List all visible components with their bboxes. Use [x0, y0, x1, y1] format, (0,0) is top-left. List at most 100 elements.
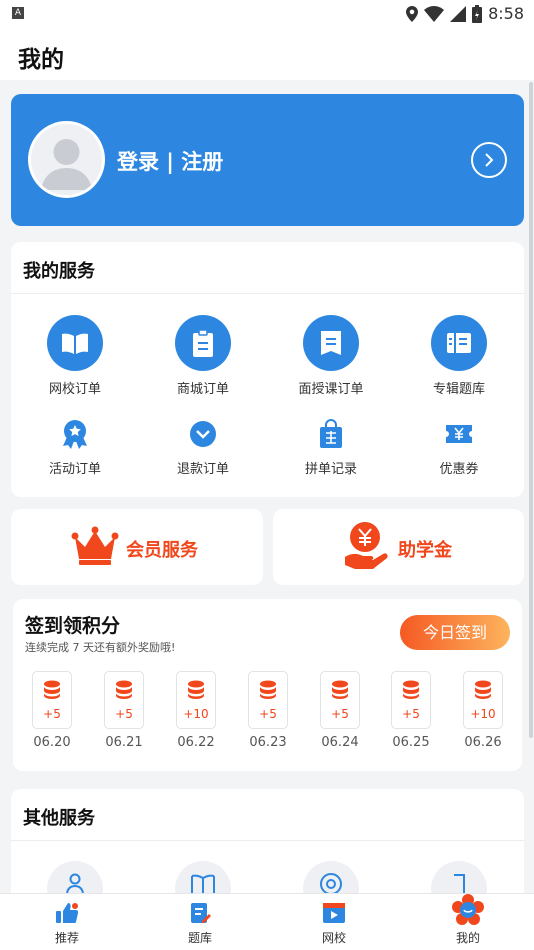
thumbs-up-icon — [56, 903, 79, 923]
nav-question-bank[interactable]: 题库 — [160, 900, 240, 946]
coin-stack-icon — [260, 680, 276, 699]
nav-label: 题库 — [187, 931, 212, 945]
service-group-buy[interactable]: 拼单记录 — [276, 417, 386, 477]
service-label: 面授课订单 — [298, 382, 364, 397]
study-aid-card[interactable]: 助学金 — [273, 509, 524, 585]
nav-recommend[interactable]: 推荐 — [27, 900, 107, 946]
checkin-date: 06.21 — [105, 735, 143, 750]
checkin-points: +5 — [402, 707, 420, 721]
nav-label: 我的 — [455, 931, 480, 945]
checkin-day: +5 06.24 — [312, 671, 368, 750]
checkin-date: 06.24 — [321, 735, 359, 750]
service-label: 退款订单 — [176, 462, 229, 477]
service-label: 专辑题库 — [432, 382, 485, 397]
wifi-icon — [424, 5, 445, 22]
checkin-day: +5 06.21 — [96, 671, 152, 750]
profile-card[interactable]: 登录 | 注册 — [11, 94, 524, 226]
study-aid-label: 助学金 — [398, 540, 452, 561]
location-icon — [406, 5, 419, 22]
checkin-points: +5 — [43, 707, 61, 721]
clipboard-icon — [175, 315, 231, 371]
checkin-day-box: +10 — [463, 671, 503, 729]
checkin-date: 06.25 — [392, 735, 430, 750]
default-avatar-icon — [41, 139, 92, 190]
service-album-bank[interactable]: 专辑题库 — [404, 315, 514, 397]
coin-stack-icon — [475, 680, 491, 699]
checkin-day-box: +5 — [391, 671, 431, 729]
signal-icon — [450, 5, 467, 22]
question-bank-edit-icon — [191, 903, 211, 923]
profile-arrow-button[interactable] — [471, 142, 507, 178]
checkin-day: +5 06.23 — [240, 671, 296, 750]
badge-icon — [55, 417, 95, 451]
checkin-date: 06.23 — [249, 735, 287, 750]
nav-label: 推荐 — [54, 931, 79, 945]
checkin-day: +5 06.20 — [24, 671, 80, 750]
divider — [11, 293, 524, 294]
user-icon — [66, 873, 84, 893]
service-shop-orders[interactable]: 商城订单 — [148, 315, 258, 397]
group-buy-bag-icon — [311, 417, 351, 451]
checkin-day: +5 06.25 — [383, 671, 439, 750]
question-bank-icon — [431, 315, 487, 371]
service-coupons[interactable]: 优惠券 — [404, 417, 514, 477]
checkin-date: 06.20 — [33, 735, 71, 750]
scrollbar[interactable] — [529, 82, 533, 738]
divider — [11, 840, 524, 841]
coin-stack-icon — [188, 680, 204, 699]
nav-online-school[interactable]: 网校 — [294, 900, 374, 946]
checkin-points: +10 — [470, 707, 496, 721]
checkin-title: 签到领积分 — [25, 615, 121, 637]
crown-icon — [71, 526, 119, 565]
checkin-date: 06.26 — [464, 735, 502, 750]
checkin-day-box: +5 — [104, 671, 144, 729]
coin-stack-icon — [332, 680, 348, 699]
checkin-day-box: +5 — [248, 671, 288, 729]
coin-stack-icon — [116, 680, 132, 699]
service-label: 商城订单 — [176, 382, 229, 397]
clock: 8:58 — [488, 4, 524, 23]
avatar[interactable] — [28, 121, 105, 198]
member-service-card[interactable]: 会员服务 — [11, 509, 263, 585]
checkin-today-button[interactable]: 今日签到 — [400, 615, 510, 650]
coupon-icon — [439, 417, 479, 451]
checkin-day-box: +5 — [32, 671, 72, 729]
checkin-day: +10 06.22 — [168, 671, 224, 750]
checkin-points: +5 — [115, 707, 133, 721]
target-icon — [320, 873, 342, 895]
status-bar: A 8:58 — [0, 0, 534, 28]
checkin-points: +10 — [183, 707, 209, 721]
checkin-day-box: +5 — [320, 671, 360, 729]
coin-stack-icon — [403, 680, 419, 699]
flower-face-icon — [452, 894, 484, 925]
service-label: 网校订单 — [48, 382, 101, 397]
status-indicators: 8:58 — [406, 4, 524, 23]
app-header: 我的 — [0, 28, 534, 80]
battery-icon — [472, 4, 483, 23]
service-label: 活动订单 — [48, 462, 101, 477]
page-title: 我的 — [18, 47, 64, 73]
service-label: 拼单记录 — [304, 462, 357, 477]
checkin-points: +5 — [331, 707, 349, 721]
service-refund-orders[interactable]: 退款订单 — [148, 417, 258, 477]
open-book-icon — [191, 874, 215, 893]
chevron-down-icon — [183, 417, 223, 451]
section-title: 其他服务 — [23, 808, 95, 829]
book-icon — [47, 315, 103, 371]
coin-stack-icon — [44, 680, 60, 699]
my-services-card: 我的服务 网校订单 商城订单 面授课订单 专辑题库 活动订单 退款订单 拼单记录… — [11, 242, 524, 497]
service-online-orders[interactable]: 网校订单 — [20, 315, 130, 397]
document-outline-icon — [454, 874, 465, 893]
nav-label: 网校 — [321, 931, 346, 945]
checkin-day: +10 06.26 — [455, 671, 511, 750]
checkin-day-box: +10 — [176, 671, 216, 729]
video-play-icon — [323, 903, 345, 923]
checkin-date: 06.22 — [177, 735, 215, 750]
bottom-nav: 推荐 题库 网校 我的 — [0, 893, 534, 950]
login-register-link[interactable]: 登录 | 注册 — [117, 146, 223, 176]
service-activity-orders[interactable]: 活动订单 — [20, 417, 130, 477]
nav-mine[interactable]: 我的 — [428, 894, 508, 946]
service-inperson-orders[interactable]: 面授课订单 — [276, 315, 386, 397]
checkin-card: 签到领积分 连续完成 7 天还有额外奖励哦! 今日签到 +5 06.20 +5 … — [13, 599, 522, 771]
section-title: 我的服务 — [23, 261, 95, 282]
